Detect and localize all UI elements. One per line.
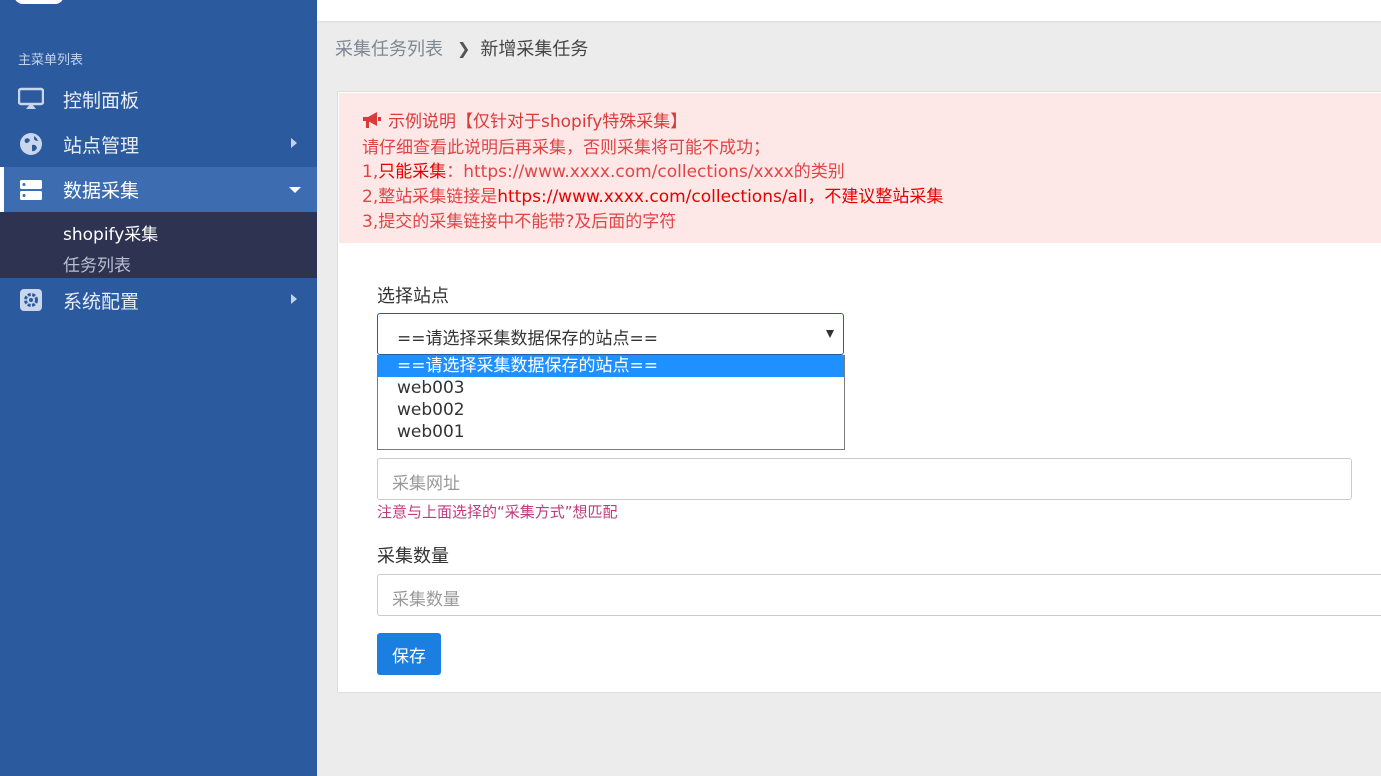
chevron-right-icon: ❯ bbox=[457, 38, 471, 58]
globe-icon bbox=[18, 131, 44, 157]
sidebar-item-data-collection[interactable]: 数据采集 bbox=[0, 167, 317, 212]
collect-count-input[interactable]: 采集数量 bbox=[377, 574, 1381, 616]
url-hint: 注意与上面选择的“采集方式”想匹配 bbox=[377, 503, 618, 521]
submenu-item-task-list[interactable]: 任务列表 bbox=[63, 251, 131, 276]
logo bbox=[14, 0, 64, 4]
sidebar-item-dashboard[interactable]: 控制面板 bbox=[0, 77, 317, 121]
breadcrumb: 采集任务列表 ❯ 新增采集任务 bbox=[335, 35, 588, 61]
sidebar-item-label: 控制面板 bbox=[63, 89, 140, 112]
site-select-value: ==请选择采集数据保存的站点== bbox=[397, 329, 658, 349]
sidebar-item-label: 站点管理 bbox=[63, 134, 140, 157]
sidebar: 主菜单列表 控制面板 站点管理 数据采集 shopify采集 任务列表 系统配置 bbox=[0, 0, 317, 776]
dropdown-option[interactable]: web001 bbox=[378, 421, 844, 443]
breadcrumb-current: 新增采集任务 bbox=[480, 39, 589, 60]
chevron-down-icon bbox=[826, 330, 834, 338]
dropdown-option[interactable]: ==请选择采集数据保存的站点== bbox=[378, 355, 844, 377]
gear-icon bbox=[18, 287, 44, 313]
save-button[interactable]: 保存 bbox=[377, 633, 441, 675]
alert-line: 2,整站采集链接是https://www.xxxx.com/collection… bbox=[362, 187, 944, 207]
alert-line: 1,只能采集：https://www.xxxx.com/collections/… bbox=[362, 162, 845, 182]
dropdown-option[interactable]: web002 bbox=[378, 399, 844, 421]
alert-line: 请仔细查看此说明后再采集，否则采集将可能不成功； bbox=[362, 138, 770, 158]
sidebar-item-label: 数据采集 bbox=[63, 180, 140, 202]
chevron-down-icon bbox=[289, 187, 301, 193]
site-select[interactable]: ==请选择采集数据保存的站点== bbox=[377, 313, 844, 355]
collect-url-input[interactable]: 采集网址 bbox=[377, 458, 1352, 500]
chevron-right-icon bbox=[291, 294, 297, 304]
instructions-alert: 示例说明【仅针对于shopify特殊采集】 请仔细查看此说明后再采集，否则采集将… bbox=[339, 93, 1381, 243]
site-select-label: 选择站点 bbox=[377, 286, 449, 307]
alert-title: 示例说明【仅针对于shopify特殊采集】 bbox=[362, 107, 687, 134]
breadcrumb-parent-link[interactable]: 采集任务列表 bbox=[335, 35, 443, 61]
submenu-data-collection: shopify采集 任务列表 bbox=[0, 212, 317, 278]
sidebar-item-system-config[interactable]: 系统配置 bbox=[0, 278, 317, 322]
alert-line: 3,提交的采集链接中不能带?及后面的字符 bbox=[362, 212, 677, 232]
dropdown-option[interactable]: web003 bbox=[378, 377, 844, 399]
submenu-item-shopify[interactable]: shopify采集 bbox=[63, 220, 158, 245]
server-icon bbox=[18, 177, 44, 203]
megaphone-icon bbox=[362, 111, 382, 134]
top-header-bar bbox=[317, 0, 1381, 21]
sidebar-menu-header: 主菜单列表 bbox=[18, 53, 84, 68]
monitor-icon bbox=[18, 86, 44, 112]
count-label: 采集数量 bbox=[377, 546, 449, 567]
site-select-dropdown: ==请选择采集数据保存的站点== web003 web002 web001 bbox=[377, 355, 845, 450]
chevron-right-icon bbox=[291, 138, 297, 148]
sidebar-item-label: 系统配置 bbox=[63, 290, 140, 313]
sidebar-item-sites[interactable]: 站点管理 bbox=[0, 122, 317, 166]
